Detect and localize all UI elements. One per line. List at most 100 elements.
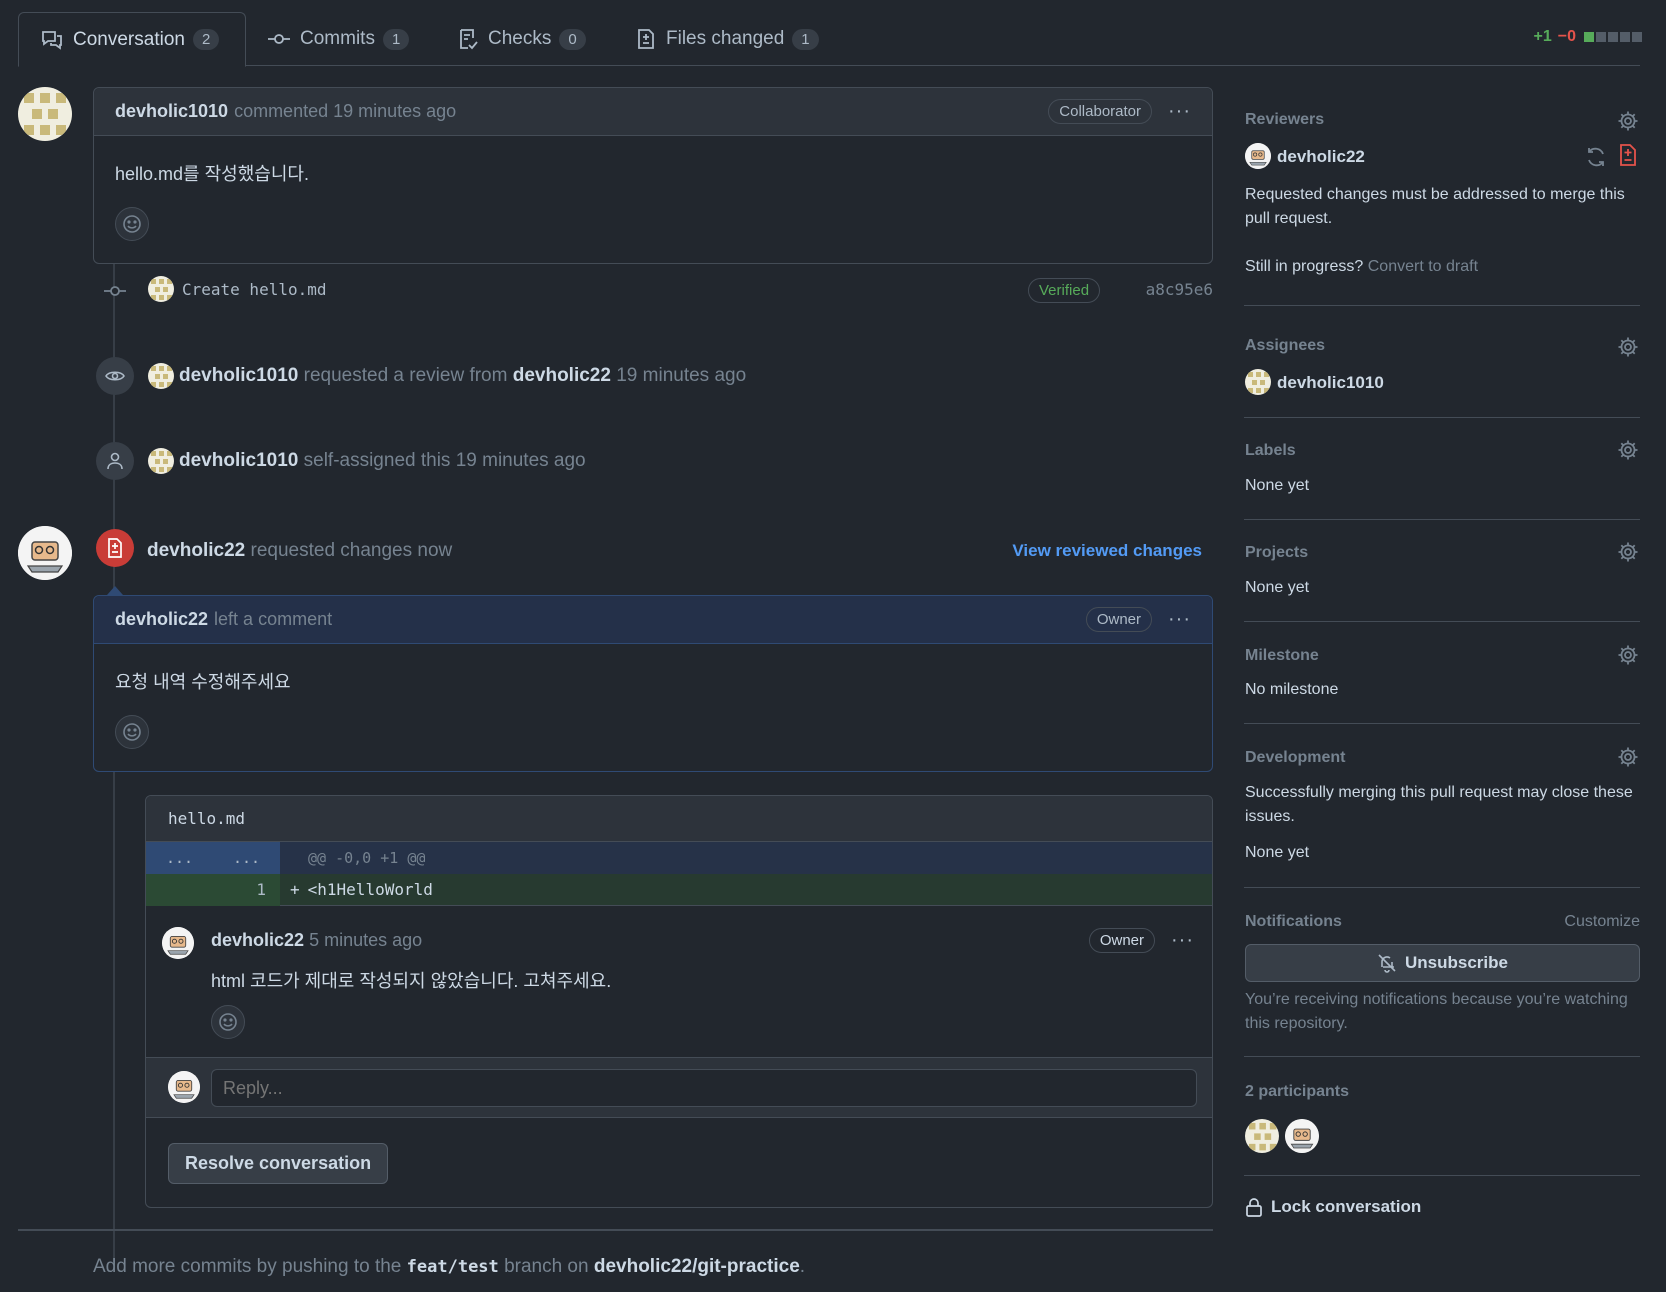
- avatar[interactable]: [162, 927, 194, 959]
- commit-icon: [268, 34, 290, 44]
- review-comment-box: devholic22 left a comment Owner ··· 요청 내…: [93, 595, 1213, 772]
- owner-badge: Owner: [1085, 607, 1153, 632]
- tab-checks[interactable]: Checks 0: [436, 12, 608, 66]
- collaborator-badge: Collaborator: [1048, 99, 1153, 124]
- labels-title[interactable]: Labels: [1245, 442, 1296, 460]
- assignees-title[interactable]: Assignees: [1245, 337, 1325, 355]
- comment-author[interactable]: devholic22: [115, 609, 208, 630]
- lock-conversation-button[interactable]: Lock conversation: [1245, 1197, 1421, 1217]
- comment-author[interactable]: devholic1010: [115, 101, 228, 122]
- caret: [107, 586, 123, 595]
- commit-sha[interactable]: a8c95e6: [1146, 280, 1213, 299]
- convert-to-draft-link[interactable]: Convert to draft: [1368, 258, 1478, 275]
- diffstat-deletions: −0: [1557, 28, 1576, 45]
- comment-body: hello.md를 작성했습니다.: [115, 164, 309, 184]
- gear-icon[interactable]: [1617, 746, 1639, 773]
- diffstat-additions: +1: [1533, 28, 1552, 45]
- branch-name[interactable]: feat/test: [407, 1257, 499, 1277]
- file-diff-icon: [638, 29, 654, 49]
- inline-comment-header: devholic22 5 minutes ago: [211, 930, 422, 951]
- event-actor[interactable]: devholic1010: [179, 450, 298, 471]
- participant-avatar[interactable]: [1245, 1119, 1279, 1153]
- inline-comment-actions: Owner ···: [1088, 928, 1194, 953]
- smiley-icon: [123, 723, 141, 741]
- milestone-title[interactable]: Milestone: [1245, 647, 1319, 665]
- customize-link[interactable]: Customize: [1564, 913, 1640, 931]
- reply-row: [146, 1058, 1212, 1118]
- development-title[interactable]: Development: [1245, 749, 1345, 767]
- gear-icon[interactable]: [1617, 541, 1639, 568]
- lock-conversation-label: Lock conversation: [1271, 1197, 1422, 1216]
- kebab-menu-icon[interactable]: ···: [1168, 100, 1191, 123]
- gear-icon[interactable]: [1617, 644, 1639, 671]
- diff-filename[interactable]: hello.md: [168, 809, 245, 828]
- avatar[interactable]: [1245, 369, 1271, 395]
- avatar[interactable]: [1245, 143, 1271, 169]
- event-text: requested a review from: [303, 365, 508, 386]
- kebab-menu-icon[interactable]: ···: [1168, 608, 1191, 631]
- footer-suffix: .: [799, 1256, 806, 1277]
- participant-avatar[interactable]: [1285, 1119, 1319, 1153]
- event-target[interactable]: devholic22: [513, 365, 611, 386]
- sidebar-divider: [1244, 417, 1640, 418]
- avatar[interactable]: [148, 363, 174, 389]
- comment-author[interactable]: devholic22: [211, 930, 304, 950]
- tab-files-changed[interactable]: Files changed 1: [614, 12, 841, 66]
- diffstat: +1 −0: [1533, 28, 1642, 46]
- review-request-event: devholic1010 requested a review from dev…: [179, 365, 746, 387]
- review-text: requested changes now: [250, 540, 453, 561]
- kebab-menu-icon[interactable]: ···: [1171, 929, 1194, 952]
- avatar: [168, 1071, 200, 1103]
- avatar[interactable]: [18, 87, 72, 141]
- assignee-name[interactable]: devholic1010: [1277, 373, 1384, 393]
- event-actor[interactable]: devholic1010: [179, 365, 298, 386]
- verified-badge[interactable]: Verified: [1028, 278, 1101, 303]
- gear-icon[interactable]: [1617, 336, 1639, 363]
- tab-conversation-count: 2: [192, 29, 220, 50]
- comment-discussion-icon: [42, 30, 62, 50]
- reviewer-name[interactable]: devholic22: [1277, 147, 1365, 167]
- sidebar-divider: [1244, 1056, 1640, 1057]
- person-icon: [96, 442, 134, 480]
- add-reaction-button[interactable]: [211, 1005, 245, 1039]
- diff-line-added: 1 + <h1HelloWorld: [146, 873, 1212, 906]
- projects-title[interactable]: Projects: [1245, 544, 1308, 562]
- line-number[interactable]: 1: [146, 873, 280, 906]
- line-code: <h1HelloWorld: [307, 880, 433, 899]
- comment-action: left a comment: [214, 609, 333, 629]
- progress-question: Still in progress?: [1245, 258, 1364, 275]
- avatar[interactable]: [148, 448, 174, 474]
- commit-message[interactable]: Create hello.md: [182, 280, 327, 299]
- review-author[interactable]: devholic22: [147, 540, 245, 561]
- gear-icon[interactable]: [1617, 110, 1639, 137]
- repo-link[interactable]: devholic22/git-practice: [594, 1256, 800, 1277]
- add-reaction-button[interactable]: [115, 207, 149, 241]
- tab-checks-count: 0: [559, 28, 586, 50]
- reply-input[interactable]: [211, 1069, 1197, 1107]
- re-request-review-icon[interactable]: [1585, 146, 1607, 173]
- expand-hunk-button[interactable]: ... ...: [146, 842, 280, 874]
- unsubscribe-button[interactable]: Unsubscribe: [1245, 944, 1640, 982]
- development-note: Successfully merging this pull request m…: [1245, 784, 1633, 825]
- hunk-right: ...: [232, 849, 261, 867]
- view-reviewed-changes-link[interactable]: View reviewed changes: [1012, 541, 1202, 561]
- participants-title: 2 participants: [1245, 1083, 1350, 1100]
- tab-commits[interactable]: Commits 1: [246, 12, 431, 66]
- event-time[interactable]: 19 minutes ago: [616, 365, 746, 386]
- projects-value: None yet: [1245, 579, 1310, 596]
- sidebar-divider: [1244, 1175, 1640, 1176]
- resolve-conversation-button[interactable]: Resolve conversation: [168, 1143, 389, 1184]
- comment-action: commented 19 minutes ago: [234, 101, 457, 121]
- gear-icon[interactable]: [1617, 439, 1639, 466]
- avatar[interactable]: [18, 526, 72, 580]
- tab-conversation[interactable]: Conversation 2: [18, 12, 246, 67]
- smiley-icon: [123, 215, 141, 233]
- add-reaction-button[interactable]: [115, 715, 149, 749]
- development-value: None yet: [1245, 844, 1310, 861]
- reviewers-title[interactable]: Reviewers: [1245, 111, 1324, 129]
- comment-time[interactable]: 5 minutes ago: [309, 930, 422, 950]
- sidebar-divider: [1244, 887, 1640, 888]
- avatar[interactable]: [148, 276, 174, 302]
- diff-file-header: hello.md: [146, 796, 1212, 842]
- diffstat-bar: [1582, 32, 1642, 42]
